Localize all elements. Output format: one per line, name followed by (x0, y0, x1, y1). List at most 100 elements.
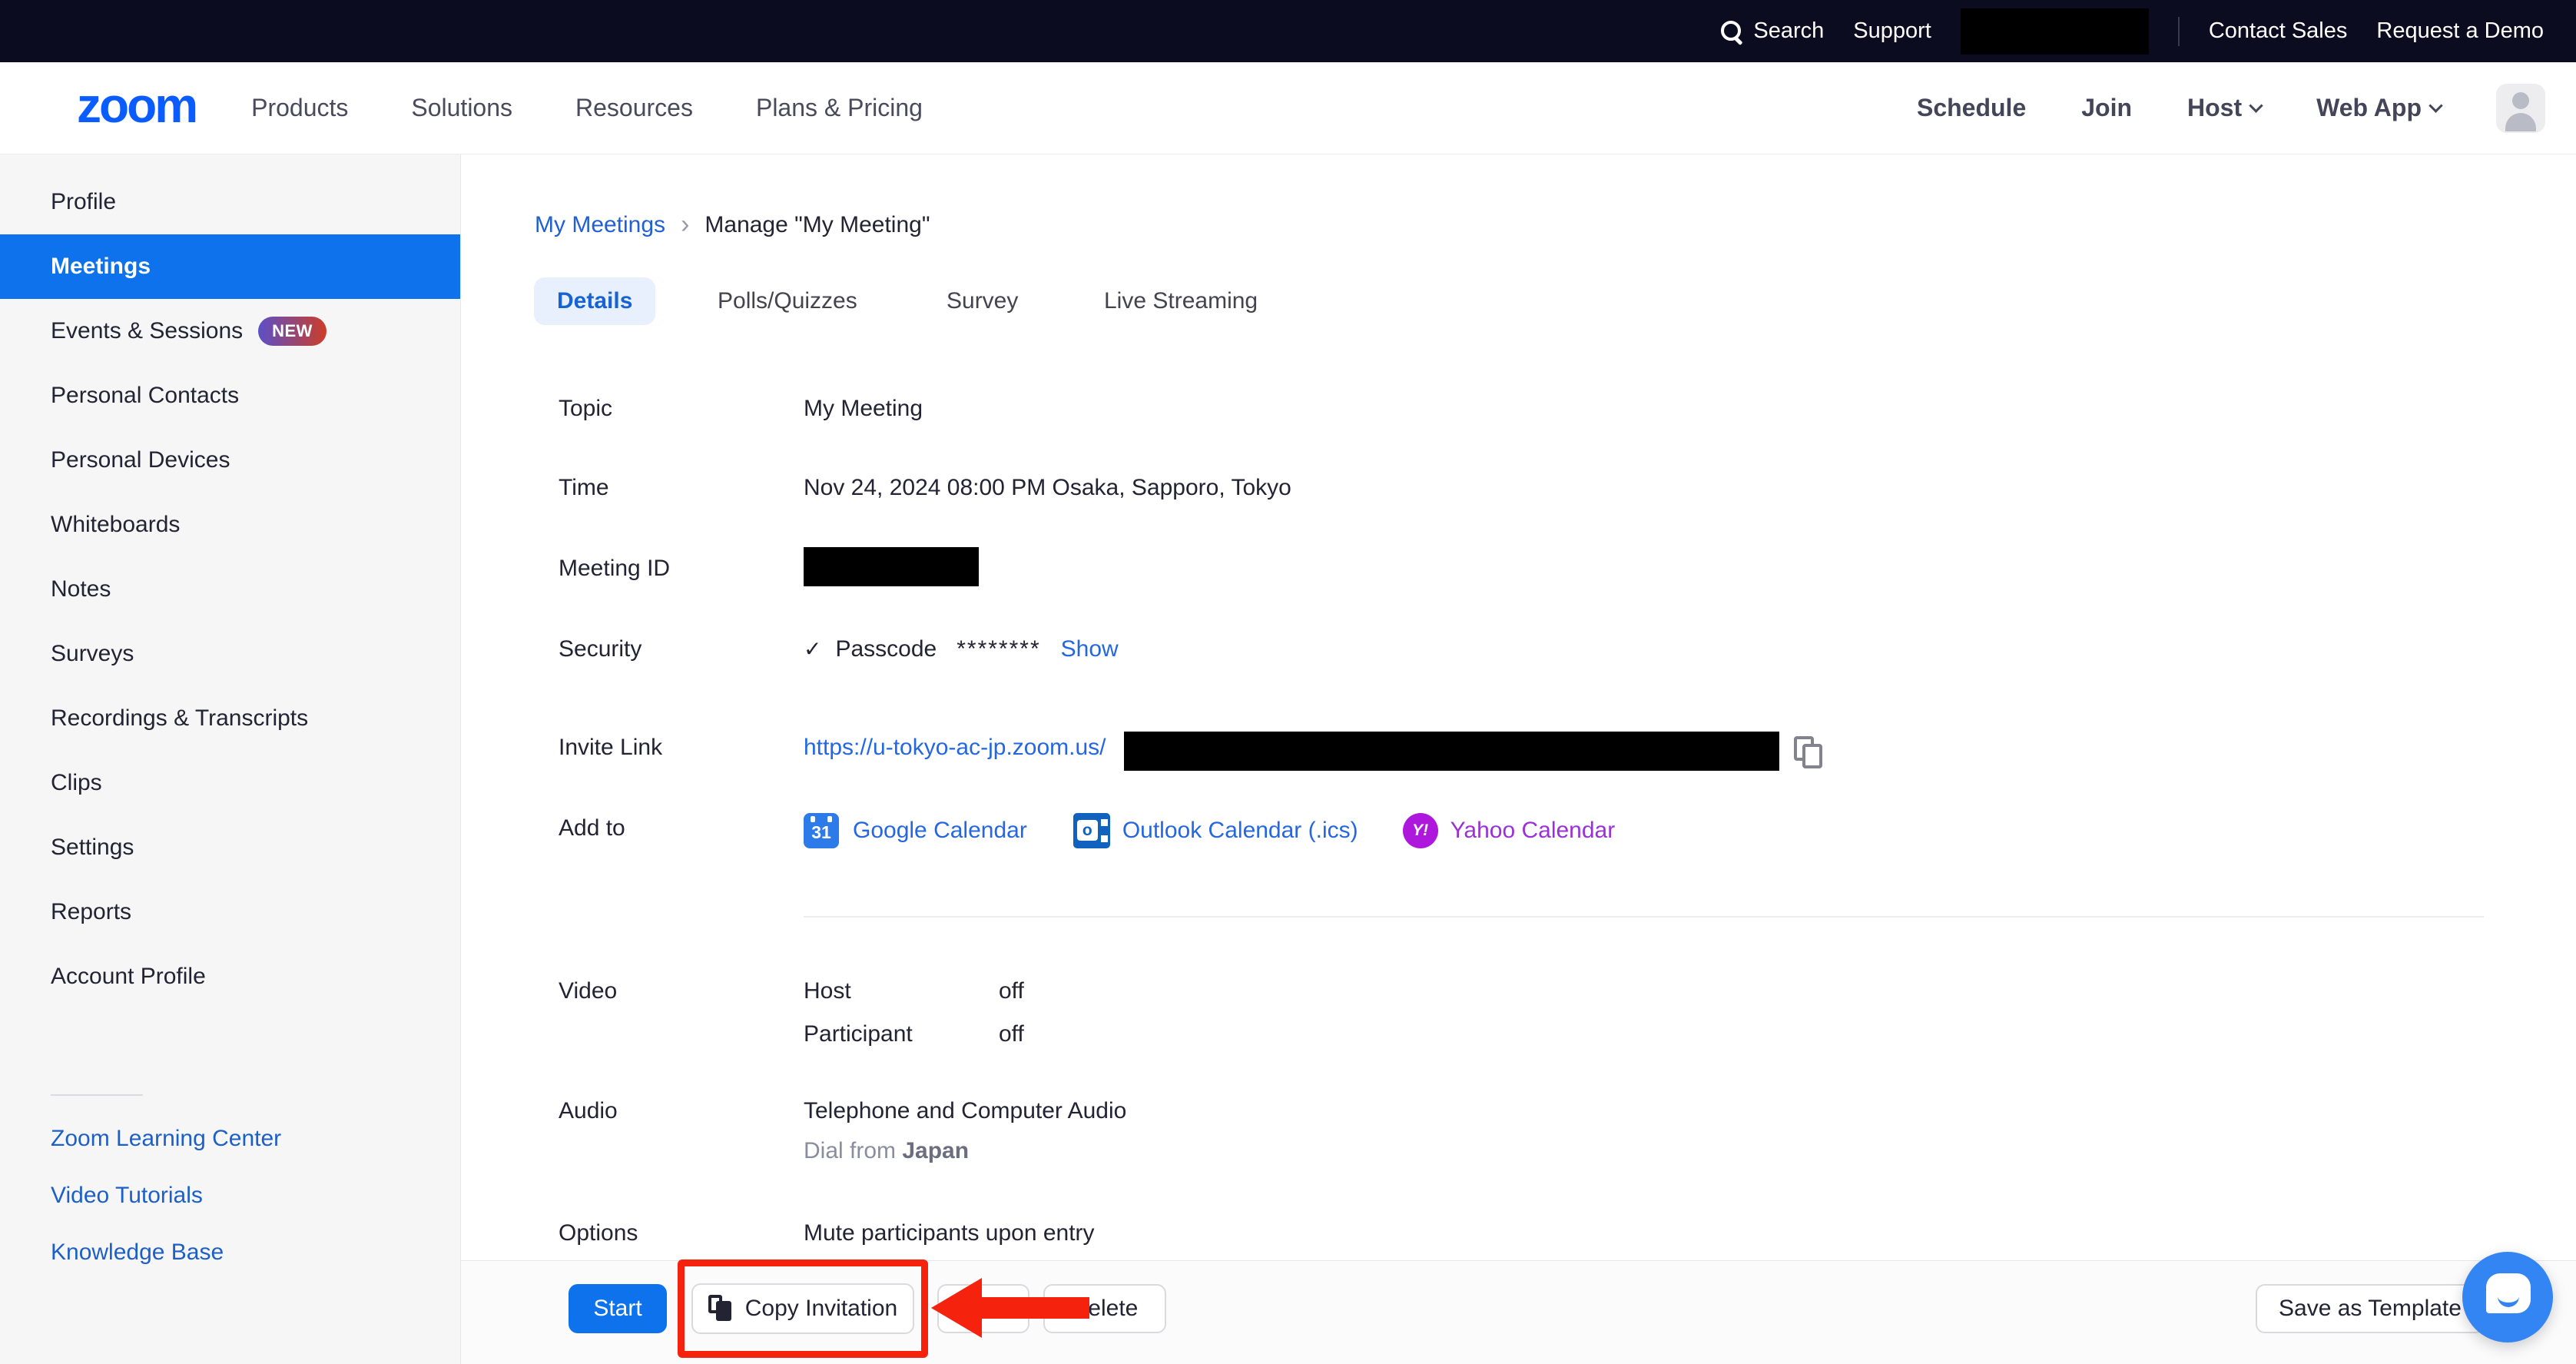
topbar-divider (2178, 17, 2180, 46)
sidebar-item-recordings-transcripts[interactable]: Recordings & Transcripts (0, 686, 460, 751)
passcode-label: Passcode (835, 634, 937, 665)
topic-value: My Meeting (804, 393, 923, 424)
zoom-web-portal: Search Support Contact Sales Request a D… (0, 0, 2576, 1364)
chat-launcher-button[interactable] (2462, 1252, 2553, 1342)
security-label: Security (559, 634, 804, 665)
video-tutorials-link[interactable]: Video Tutorials (0, 1167, 460, 1224)
chevron-down-icon (2428, 98, 2442, 112)
passcode-masked-value: ******** (956, 634, 1040, 665)
search-icon (1719, 19, 1744, 44)
breadcrumb-my-meetings[interactable]: My Meetings (535, 212, 665, 238)
sidebar-item-reports[interactable]: Reports (0, 880, 460, 944)
nav-item-plans-pricing[interactable]: Plans & Pricing (756, 94, 923, 122)
video-participant-row: Participant off (804, 1019, 1024, 1050)
google-calendar-icon: 31 (804, 813, 839, 848)
sidebar-nav-list: Profile Meetings Events & Sessions NEW P… (0, 170, 460, 1009)
breadcrumb: My Meetings › Manage "My Meeting" (535, 210, 930, 240)
nav-item-resources[interactable]: Resources (575, 94, 693, 122)
redacted-invite-link (1124, 732, 1779, 771)
join-link[interactable]: Join (2081, 94, 2132, 122)
video-label: Video (559, 976, 804, 1050)
new-badge: NEW (258, 317, 327, 346)
add-to-row: Add to (559, 813, 804, 844)
main-content: My Meetings › Manage "My Meeting" Detail… (461, 154, 2576, 1364)
contact-sales-link[interactable]: Contact Sales (2209, 18, 2348, 44)
search-button[interactable]: Search (1719, 18, 1824, 44)
time-row: Time Nov 24, 2024 08:00 PM Osaka, Sappor… (559, 473, 1291, 503)
copy-icon (708, 1295, 734, 1323)
zoom-logo[interactable]: zoom (77, 81, 196, 136)
edit-button[interactable]: Edit (937, 1284, 1029, 1333)
topic-label: Topic (559, 393, 804, 424)
video-row: Video Host off Participant off (559, 976, 1024, 1050)
breadcrumb-separator-icon: › (681, 210, 689, 240)
sidebar-item-whiteboards[interactable]: Whiteboards (0, 493, 460, 557)
sidebar-item-meetings[interactable]: Meetings (0, 234, 460, 299)
sidebar-item-personal-devices[interactable]: Personal Devices (0, 428, 460, 493)
nav-right: Schedule Join Host Web App (1917, 84, 2545, 133)
sidebar-divider (51, 1094, 143, 1096)
redacted-account-info (1961, 8, 2149, 55)
sidebar-item-events-sessions[interactable]: Events & Sessions NEW (0, 299, 460, 363)
options-value: Mute participants upon entry (804, 1218, 1095, 1249)
avatar[interactable] (2496, 84, 2545, 133)
request-demo-link[interactable]: Request a Demo (2376, 18, 2544, 44)
video-participant-label: Participant (804, 1019, 999, 1050)
audio-label: Audio (559, 1096, 804, 1167)
sidebar-item-profile[interactable]: Profile (0, 170, 460, 234)
security-row: Security ✓ Passcode ******** Show (559, 634, 1119, 665)
yahoo-calendar-link[interactable]: Yahoo Calendar (1450, 818, 1616, 844)
sidebar-item-account-profile[interactable]: Account Profile (0, 944, 460, 1009)
yahoo-calendar-icon: Y! (1403, 813, 1438, 848)
copy-invitation-button[interactable]: Copy Invitation (691, 1283, 914, 1334)
host-dropdown[interactable]: Host (2187, 94, 2261, 122)
google-calendar-link[interactable]: Google Calendar (853, 818, 1027, 844)
save-as-template-button[interactable]: Save as Template (2256, 1284, 2485, 1333)
show-passcode-link[interactable]: Show (1061, 634, 1119, 665)
time-value: Nov 24, 2024 08:00 PM Osaka, Sapporo, To… (804, 473, 1291, 503)
nav-item-solutions[interactable]: Solutions (411, 94, 512, 122)
delete-button[interactable]: Delete (1043, 1284, 1166, 1333)
knowledge-base-link[interactable]: Knowledge Base (0, 1224, 460, 1281)
page-title: Manage "My Meeting" (705, 212, 930, 238)
web-app-dropdown[interactable]: Web App (2316, 94, 2441, 122)
time-label: Time (559, 473, 804, 503)
meeting-id-row: Meeting ID (559, 553, 804, 584)
invite-link-url[interactable]: https://u-tokyo-ac-jp.zoom.us/ (804, 732, 1106, 763)
video-host-row: Host off (804, 976, 1024, 1007)
video-host-label: Host (804, 976, 999, 1007)
start-button[interactable]: Start (569, 1284, 667, 1333)
sidebar: Profile Meetings Events & Sessions NEW P… (0, 154, 461, 1364)
audio-row: Audio Telephone and Computer Audio Dial … (559, 1096, 1126, 1167)
outlook-calendar-link[interactable]: Outlook Calendar (.ics) (1122, 818, 1358, 844)
tab-live-streaming[interactable]: Live Streaming (1104, 277, 1258, 325)
support-link[interactable]: Support (1853, 18, 1931, 44)
topic-row: Topic My Meeting (559, 393, 923, 424)
sidebar-item-clips[interactable]: Clips (0, 751, 460, 815)
nav-item-products[interactable]: Products (251, 94, 348, 122)
search-label: Search (1753, 18, 1824, 44)
avatar-person-icon (2512, 92, 2529, 109)
tab-survey[interactable]: Survey (947, 277, 1018, 325)
invite-link-row: Invite Link https://u-tokyo-ac-jp.zoom.u… (559, 732, 1106, 763)
schedule-link[interactable]: Schedule (1917, 94, 2026, 122)
sidebar-item-personal-contacts[interactable]: Personal Contacts (0, 363, 460, 428)
sidebar-item-notes[interactable]: Notes (0, 557, 460, 622)
tab-polls-quizzes[interactable]: Polls/Quizzes (718, 277, 857, 325)
sidebar-item-settings[interactable]: Settings (0, 815, 460, 880)
video-host-value: off (999, 976, 1024, 1007)
sidebar-item-surveys[interactable]: Surveys (0, 622, 460, 686)
chat-bubble-icon (2486, 1273, 2531, 1313)
chevron-down-icon (2249, 98, 2263, 112)
audio-value: Telephone and Computer Audio (804, 1096, 1126, 1127)
zoom-learning-center-link[interactable]: Zoom Learning Center (0, 1110, 460, 1167)
invite-link-label: Invite Link (559, 732, 804, 763)
tab-details[interactable]: Details (534, 277, 655, 325)
copy-invite-link-button[interactable] (1794, 736, 1826, 770)
meeting-id-label: Meeting ID (559, 553, 804, 584)
options-row: Options Mute participants upon entry (559, 1218, 1095, 1249)
video-participant-value: off (999, 1019, 1024, 1050)
top-utility-bar: Search Support Contact Sales Request a D… (0, 0, 2576, 62)
add-to-calendar-links: 31 Google Calendar o Outlook Calendar (.… (804, 813, 1615, 848)
check-icon: ✓ (804, 634, 821, 665)
